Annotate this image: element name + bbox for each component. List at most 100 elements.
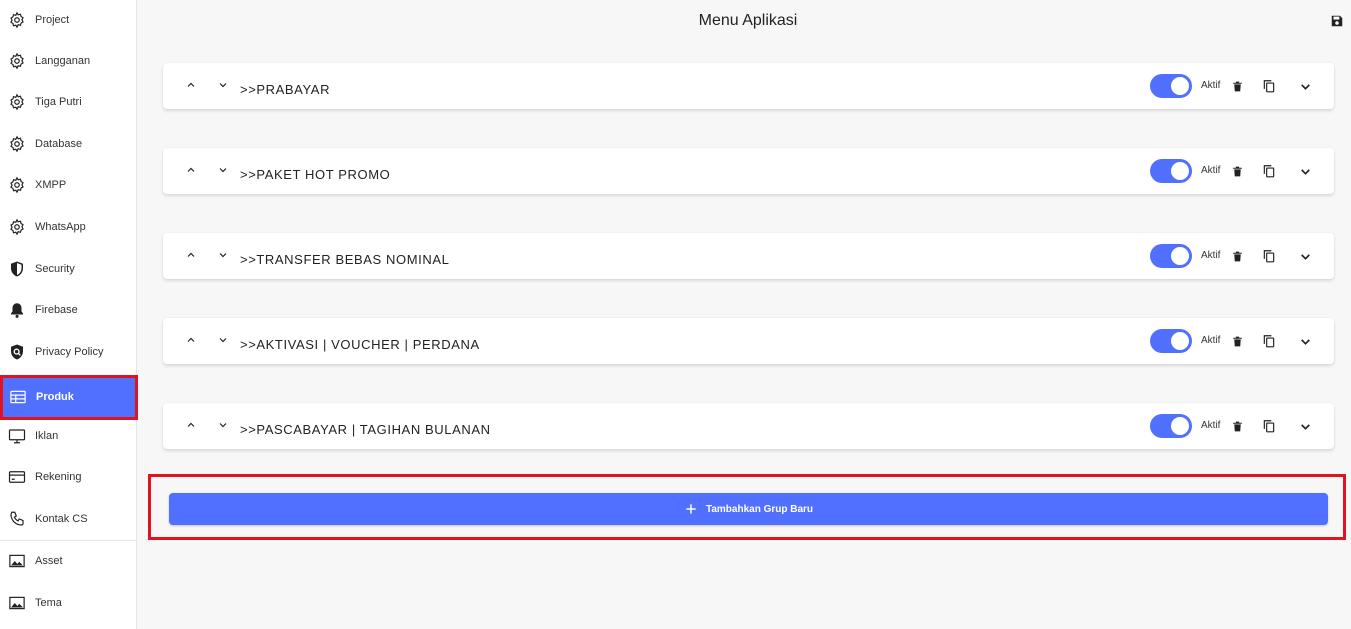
bell-icon [0,290,34,330]
move-up-button[interactable] [183,77,199,93]
toggle-knob [1171,77,1189,95]
sidebar-item-label: Firebase [35,304,78,316]
active-toggle[interactable] [1150,74,1192,98]
delete-button[interactable] [1228,417,1246,435]
move-down-button[interactable] [215,417,231,433]
move-down-button[interactable] [215,77,231,93]
sidebar-item-label: Produk [36,391,74,403]
move-up-button[interactable] [183,332,199,348]
sidebar-item-database[interactable]: Database [0,124,137,164]
trash-icon [1231,165,1244,178]
duplicate-button[interactable] [1260,417,1278,435]
expand-button[interactable] [1296,247,1314,265]
expand-button[interactable] [1296,77,1314,95]
chevron-down-icon [1299,165,1312,178]
status-label: Aktif [1201,165,1221,176]
move-up-button[interactable] [183,247,199,263]
sidebar-item-tiga-putri[interactable]: Tiga Putri [0,82,137,122]
duplicate-button[interactable] [1260,162,1278,180]
sidebar-item-firebase[interactable]: Firebase [0,290,137,330]
group-card: >>PASCABAYAR | TAGIHAN BULANAN Aktif [163,403,1334,449]
chevron-up-icon [185,334,197,346]
duplicate-button[interactable] [1260,247,1278,265]
expand-button[interactable] [1296,332,1314,350]
sidebar-item-whatsapp[interactable]: WhatsApp [0,207,137,247]
chevron-down-icon [217,419,229,431]
sidebar-item-security[interactable]: Security [0,249,137,289]
chevron-down-icon [1299,420,1312,433]
group-card: >>AKTIVASI | VOUCHER | PERDANA Aktif [163,318,1334,364]
move-up-button[interactable] [183,162,199,178]
expand-button[interactable] [1296,417,1314,435]
sidebar-item-label: Project [35,14,70,26]
expand-button[interactable] [1296,162,1314,180]
chevron-up-icon [185,419,197,431]
delete-button[interactable] [1228,162,1246,180]
delete-button[interactable] [1228,77,1246,95]
move-down-button[interactable] [215,247,231,263]
sidebar-item-label: Tema [35,597,62,609]
move-up-button[interactable] [183,417,199,433]
shield-icon [0,249,34,289]
privacy-shield-icon [0,332,34,372]
group-title: >>PASCABAYAR | TAGIHAN BULANAN [240,422,491,437]
sidebar-item-label: Langganan [35,55,91,67]
sidebar-item-produk[interactable]: Produk [1,377,136,417]
sidebar-item-xmpp[interactable]: XMPP [0,165,137,205]
sidebar-item-label: Iklan [35,430,59,442]
gear-icon [0,124,34,164]
sidebar-item-langganan[interactable]: Langganan [0,41,137,81]
monitor-icon [0,416,34,456]
delete-button[interactable] [1228,247,1246,265]
chevron-down-icon [1299,250,1312,263]
sidebar-item-iklan[interactable]: Iklan [0,416,137,456]
sidebar-item-kontak-cs[interactable]: Kontak CS [0,499,137,539]
delete-button[interactable] [1228,332,1246,350]
trash-icon [1231,335,1244,348]
sidebar-item-privacy-policy[interactable]: Privacy Policy [0,332,137,372]
chevron-down-icon [217,164,229,176]
toggle-knob [1171,332,1189,350]
duplicate-button[interactable] [1260,332,1278,350]
chevron-up-icon [185,79,197,91]
chevron-down-icon [217,79,229,91]
sidebar-item-tema[interactable]: Tema [0,583,137,623]
sidebar-item-asset[interactable]: Asset [0,541,137,581]
active-toggle[interactable] [1150,159,1192,183]
sidebar-item-label: WhatsApp [35,221,86,233]
chevron-down-icon [1299,80,1312,93]
trash-icon [1231,80,1244,93]
group-card: >>TRANSFER BEBAS NOMINAL Aktif [163,233,1334,279]
save-button[interactable] [1329,13,1345,29]
save-icon [1330,14,1344,28]
copy-icon [1262,419,1276,433]
group-card: >>PRABAYAR Aktif [163,63,1334,109]
sidebar-item-label: XMPP [35,179,67,191]
trash-icon [1231,420,1244,433]
move-down-button[interactable] [215,162,231,178]
duplicate-button[interactable] [1260,77,1278,95]
sidebar-item-label: Tiga Putri [35,96,82,108]
chevron-down-icon [1299,335,1312,348]
active-toggle[interactable] [1150,329,1192,353]
credit-card-icon [0,457,34,497]
gear-icon [0,207,34,247]
add-group-button[interactable]: Tambahkan Grup Baru [169,493,1328,525]
gear-icon [0,0,34,40]
image-icon [0,583,34,623]
chevron-up-icon [185,164,197,176]
sidebar-item-rekening[interactable]: Rekening [0,457,137,497]
phone-icon [0,499,34,539]
active-toggle[interactable] [1150,414,1192,438]
sidebar-item-project[interactable]: Project [0,0,137,40]
group-card: >>PAKET HOT PROMO Aktif [163,148,1334,194]
group-title: >>AKTIVASI | VOUCHER | PERDANA [240,337,480,352]
group-title: >>PAKET HOT PROMO [240,167,391,182]
sidebar-item-label: Kontak CS [35,513,88,525]
page-title: Menu Aplikasi [698,12,798,29]
active-toggle[interactable] [1150,244,1192,268]
gear-icon [0,165,34,205]
move-down-button[interactable] [215,332,231,348]
table-icon [1,377,35,417]
sidebar-item-label: Database [35,138,83,150]
